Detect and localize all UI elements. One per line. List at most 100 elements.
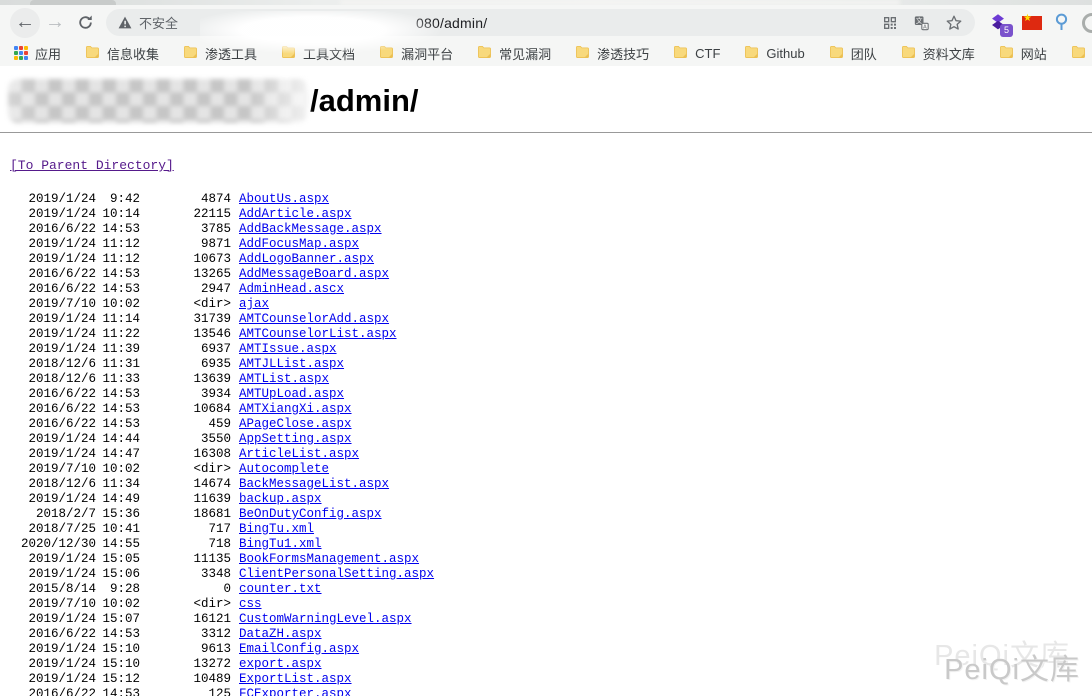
bookmark-folder-1[interactable]: 信息收集 <box>85 44 159 63</box>
file-date: 2019/1/24 <box>10 567 96 582</box>
bookmark-label: 资料文库 <box>923 44 975 63</box>
file-link[interactable]: backup.aspx <box>239 492 322 506</box>
file-link[interactable]: EmailConfig.aspx <box>239 642 359 656</box>
pin-extension-icon[interactable] <box>1055 13 1068 33</box>
bookmark-star-icon[interactable] <box>945 14 963 32</box>
file-link[interactable]: DataZH.aspx <box>239 627 322 641</box>
file-time: 11:34 <box>96 477 140 492</box>
bookmark-label: 网站 <box>1021 44 1047 63</box>
file-link[interactable]: AddLogoBanner.aspx <box>239 252 374 266</box>
file-time: 15:07 <box>96 612 140 627</box>
extensions-area: 5 ★ <box>987 12 1082 34</box>
folder-icon <box>575 45 590 61</box>
file-link[interactable]: ExportList.aspx <box>239 672 352 686</box>
bookmark-folder-5[interactable]: 常见漏洞 <box>477 44 551 63</box>
qr-code-icon[interactable] <box>882 15 898 31</box>
to-parent-directory-link[interactable]: [To Parent Directory] <box>10 158 174 173</box>
file-link[interactable]: AMTIssue.aspx <box>239 342 337 356</box>
file-time: 14:53 <box>96 402 140 417</box>
bookmark-folder-2[interactable]: 渗透工具 <box>183 44 257 63</box>
file-link[interactable]: BingTu1.xml <box>239 537 322 551</box>
forward-icon: → <box>45 11 65 34</box>
file-link[interactable]: BeOnDutyConfig.aspx <box>239 507 382 521</box>
file-link[interactable]: BingTu.xml <box>239 522 314 536</box>
file-time: 11:12 <box>96 237 140 252</box>
file-link[interactable]: counter.txt <box>239 582 322 596</box>
refresh-button[interactable] <box>70 8 100 38</box>
file-date: 2018/12/6 <box>10 477 96 492</box>
bookmark-folder-8[interactable]: Github <box>744 45 804 61</box>
flag-extension-icon[interactable]: ★ <box>1022 16 1042 30</box>
file-link[interactable]: ArticleList.aspx <box>239 447 359 461</box>
file-link[interactable]: AddBackMessage.aspx <box>239 222 382 236</box>
bookmark-folder-3[interactable]: 工具文档 <box>281 44 355 63</box>
dir-link[interactable]: ajax <box>239 297 269 311</box>
listing-row: 2019/7/1010:02<dir>css <box>10 597 1092 612</box>
file-link[interactable]: AMTUpLoad.aspx <box>239 387 344 401</box>
file-date: 2019/7/10 <box>10 297 96 312</box>
back-icon: ← <box>15 11 35 34</box>
file-date: 2019/1/24 <box>10 192 96 207</box>
bookmark-apps[interactable]: 应用 <box>14 44 61 63</box>
file-link[interactable]: AddMessageBoard.aspx <box>239 267 389 281</box>
file-size: 9871 <box>140 237 231 252</box>
file-link[interactable]: AMTCounselorList.aspx <box>239 327 397 341</box>
bookmark-folder-12[interactable]: 编程 <box>1071 44 1092 63</box>
bookmark-label: 渗透工具 <box>205 44 257 63</box>
file-link[interactable]: AMTList.aspx <box>239 372 329 386</box>
file-link[interactable]: AddFocusMap.aspx <box>239 237 359 251</box>
page-heading: /admin/ <box>0 66 1092 124</box>
file-size: 13272 <box>140 657 231 672</box>
bookmark-folder-11[interactable]: 网站 <box>999 44 1047 63</box>
file-time: 11:12 <box>96 252 140 267</box>
file-date: 2019/1/24 <box>10 657 96 672</box>
file-link[interactable]: ClientPersonalSetting.aspx <box>239 567 434 581</box>
bookmark-folder-7[interactable]: CTF <box>673 45 720 61</box>
bookmark-folder-10[interactable]: 资料文库 <box>901 44 975 63</box>
folder-icon <box>85 45 100 61</box>
listing-row: 2016/6/2214:533312DataZH.aspx <box>10 627 1092 642</box>
back-button[interactable]: ← <box>10 8 40 38</box>
bookmark-folder-9[interactable]: 团队 <box>829 44 877 63</box>
flag-star: ★ <box>1023 13 1032 24</box>
file-link[interactable]: APageClose.aspx <box>239 417 352 431</box>
file-link[interactable]: BackMessageList.aspx <box>239 477 389 491</box>
listing-row: 2018/12/611:316935AMTJLList.aspx <box>10 357 1092 372</box>
file-time: 11:33 <box>96 372 140 387</box>
file-link[interactable]: AddArticle.aspx <box>239 207 352 221</box>
profile-avatar[interactable] <box>1082 13 1092 33</box>
bookmark-folder-4[interactable]: 漏洞平台 <box>379 44 453 63</box>
file-date: 2019/1/24 <box>10 642 96 657</box>
file-date: 2016/6/22 <box>10 222 96 237</box>
address-bar[interactable]: 不安全 080/admin/ 文 A <box>106 9 975 36</box>
forward-button[interactable]: → <box>40 8 70 38</box>
file-link[interactable]: FCExporter.aspx <box>239 687 352 696</box>
file-link[interactable]: AMTCounselorAdd.aspx <box>239 312 389 326</box>
file-time: 14:53 <box>96 282 140 297</box>
file-time: 14:47 <box>96 447 140 462</box>
file-link[interactable]: AboutUs.aspx <box>239 192 329 206</box>
file-link[interactable]: CustomWarningLevel.aspx <box>239 612 412 626</box>
security-label: 不安全 <box>139 13 178 32</box>
url-redacted-gap <box>178 22 416 23</box>
file-link[interactable]: BookFormsManagement.aspx <box>239 552 419 566</box>
file-size: 13639 <box>140 372 231 387</box>
listing-row: 2019/1/2411:129871AddFocusMap.aspx <box>10 237 1092 252</box>
file-size: 718 <box>140 537 231 552</box>
bookmark-folder-6[interactable]: 渗透技巧 <box>575 44 649 63</box>
file-link[interactable]: AdminHead.ascx <box>239 282 344 296</box>
file-link[interactable]: AppSetting.aspx <box>239 432 352 446</box>
listing-row: 2019/1/2411:396937AMTIssue.aspx <box>10 342 1092 357</box>
dir-link[interactable]: Autocomplete <box>239 462 329 476</box>
listing-row: 2020/12/3014:55718BingTu1.xml <box>10 537 1092 552</box>
file-link[interactable]: AMTXiangXi.aspx <box>239 402 352 416</box>
dir-link[interactable]: css <box>239 597 262 611</box>
apps-grid-icon <box>14 46 28 60</box>
listing-row: 2019/7/1010:02<dir>Autocomplete <box>10 462 1092 477</box>
file-link[interactable]: AMTJLList.aspx <box>239 357 344 371</box>
file-size: 18681 <box>140 507 231 522</box>
proxy-extension-icon[interactable]: 5 <box>987 12 1009 34</box>
translate-icon[interactable]: 文 A <box>913 15 930 31</box>
listing-row: 2016/6/2214:5313265AddMessageBoard.aspx <box>10 267 1092 282</box>
file-link[interactable]: export.aspx <box>239 657 322 671</box>
